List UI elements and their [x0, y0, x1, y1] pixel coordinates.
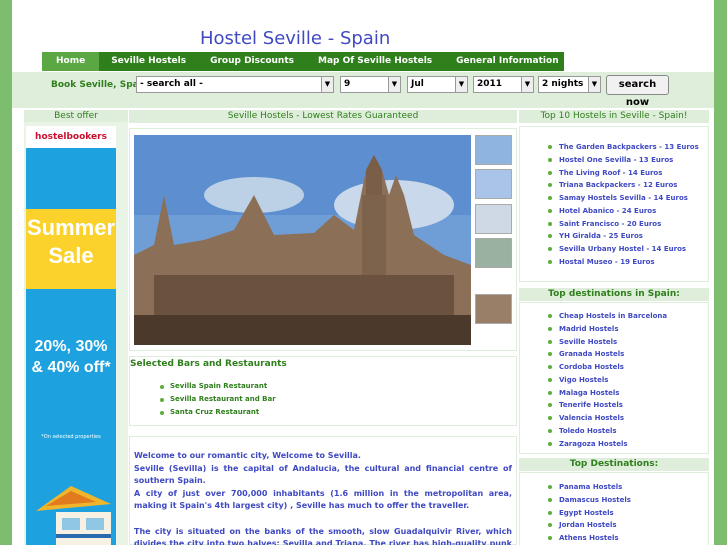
ad-banner[interactable]: hostelbookers Summer Sale 20%, 30% & 40%…: [26, 126, 116, 545]
hostel-link[interactable]: YH Giralda - 25 Euros: [548, 230, 699, 243]
ad-discount-text: 20%, 30% & 40% off*: [26, 336, 116, 378]
thumbnail-4[interactable]: [475, 238, 512, 268]
chevron-down-icon: ▼: [521, 77, 533, 92]
ad-truck-illustration: [26, 466, 116, 545]
destination-link[interactable]: Madrid Hostels: [548, 323, 667, 336]
nav-group-discounts[interactable]: Group Discounts: [198, 52, 306, 71]
hostel-link[interactable]: The Living Roof - 14 Euros: [548, 167, 699, 180]
chevron-down-icon: ▼: [455, 77, 467, 92]
nav-home[interactable]: Home: [42, 52, 100, 71]
hostel-link[interactable]: Triana Backpackers - 12 Euros: [548, 179, 699, 192]
booking-label: Book Seville, Spain: [51, 80, 149, 90]
chevron-down-icon: ▼: [588, 77, 600, 92]
ad-sale-line2: Sale: [48, 243, 94, 268]
thumbnail-5[interactable]: [475, 294, 512, 324]
ad-discount-line2: & 40% off*: [31, 359, 111, 376]
hostel-link[interactable]: Hostal Museo - 19 Euros: [548, 256, 699, 269]
bar-link[interactable]: Sevilla Spain Restaurant: [160, 380, 276, 393]
welcome-text: Welcome to our romantic city, Welcome to…: [134, 450, 512, 545]
page-container: Hostel Seville - Spain Home Seville Host…: [12, 0, 714, 545]
thumbnail-3[interactable]: [475, 204, 512, 234]
spain-destinations-list: Cheap Hostels in Barcelona Madrid Hostel…: [548, 310, 667, 450]
nav-map[interactable]: Map Of Seville Hostels: [306, 52, 444, 71]
destination-link[interactable]: Damascus Hostels: [548, 494, 631, 507]
hostel-link[interactable]: Sevilla Urbany Hostel - 14 Euros: [548, 243, 699, 256]
location-select[interactable]: - search all - ▼: [136, 76, 334, 93]
destination-link[interactable]: Tenerife Hostels: [548, 399, 667, 412]
hostel-link[interactable]: The Garden Backpackers - 13 Euros: [548, 141, 699, 154]
nav-general-information[interactable]: General Information: [444, 52, 570, 71]
welcome-paragraph: The city is situated on the banks of the…: [134, 526, 512, 545]
top-destinations-header: Top Destinations:: [519, 458, 709, 471]
bar-link[interactable]: Sevilla Restaurant and Bar: [160, 393, 276, 406]
nav-links[interactable]: Links: [571, 52, 622, 71]
year-value: 2011: [477, 79, 503, 89]
site-title: Hostel Seville - Spain: [200, 28, 391, 49]
top10-header: Top 10 Hostels in Seville - Spain!: [519, 110, 709, 123]
hostel-link[interactable]: Hostel One Sevilla - 13 Euros: [548, 154, 699, 167]
ad-sale-line1: Summer: [26, 215, 116, 240]
top10-list: The Garden Backpackers - 13 Euros Hostel…: [548, 141, 699, 269]
thumbnail-1[interactable]: [475, 135, 512, 165]
month-value: Jul: [411, 79, 424, 89]
main-nav: Home Seville Hostels Group Discounts Map…: [42, 52, 609, 71]
bars-title: Selected Bars and Restaurants: [130, 359, 287, 369]
center-header: Seville Hostels - Lowest Rates Guarantee…: [129, 110, 517, 123]
chevron-down-icon: ▼: [321, 77, 333, 92]
ad-fine-print: *On selected properties: [41, 434, 101, 440]
destination-link[interactable]: Valencia Hostels: [548, 412, 667, 425]
nights-value: 2 nights: [542, 79, 584, 89]
year-select[interactable]: 2011 ▼: [473, 76, 534, 93]
destination-link[interactable]: Malaga Hostels: [548, 387, 667, 400]
destination-link[interactable]: Cordoba Hostels: [548, 361, 667, 374]
destination-link[interactable]: Egypt Hostels: [548, 507, 631, 520]
destination-link[interactable]: Zaragoza Hostels: [548, 438, 667, 451]
destination-link[interactable]: Jordan Hostels: [548, 519, 631, 532]
ad-sale-text: Summer Sale: [26, 214, 116, 270]
search-button[interactable]: search now: [606, 75, 669, 108]
nights-select[interactable]: 2 nights ▼: [538, 76, 601, 93]
day-value: 9: [344, 79, 351, 89]
welcome-paragraph: [134, 513, 512, 526]
welcome-paragraph: A city of just over 700,000 inhabitants …: [134, 488, 512, 511]
destination-link[interactable]: Seville Hostels: [548, 336, 667, 349]
hostel-link[interactable]: Saint Francisco - 20 Euros: [548, 218, 699, 231]
destination-link[interactable]: Athens Hostels: [548, 532, 631, 545]
cathedral-photo: [134, 135, 471, 345]
bars-list: Sevilla Spain Restaurant Sevilla Restaur…: [160, 380, 276, 419]
spain-destinations-header: Top destinations in Spain:: [519, 288, 709, 301]
day-select[interactable]: 9 ▼: [340, 76, 401, 93]
top-destinations-list: Panama Hostels Damascus Hostels Egypt Ho…: [548, 481, 631, 545]
hostel-link[interactable]: Samay Hostels Sevilla - 14 Euros: [548, 192, 699, 205]
nav-seville-hostels[interactable]: Seville Hostels: [99, 52, 198, 71]
thumbnail-2[interactable]: [475, 169, 512, 199]
welcome-paragraph: Seville (Sevilla) is the capital of Anda…: [134, 463, 512, 486]
destination-link[interactable]: Panama Hostels: [548, 481, 631, 494]
welcome-paragraph: Welcome to our romantic city, Welcome to…: [134, 451, 361, 460]
destination-link[interactable]: Granada Hostels: [548, 348, 667, 361]
ad-brand-logo: hostelbookers: [26, 126, 116, 148]
destination-link[interactable]: Toledo Hostels: [548, 425, 667, 438]
chevron-down-icon: ▼: [388, 77, 400, 92]
location-value: - search all -: [140, 79, 203, 89]
bar-link[interactable]: Santa Cruz Restaurant: [160, 406, 276, 419]
destination-link[interactable]: Cheap Hostels in Barcelona: [548, 310, 667, 323]
hostel-link[interactable]: Hotel Abanico - 24 Euros: [548, 205, 699, 218]
month-select[interactable]: Jul ▼: [407, 76, 468, 93]
ad-discount-line1: 20%, 30%: [34, 338, 108, 355]
destination-link[interactable]: Vigo Hostels: [548, 374, 667, 387]
